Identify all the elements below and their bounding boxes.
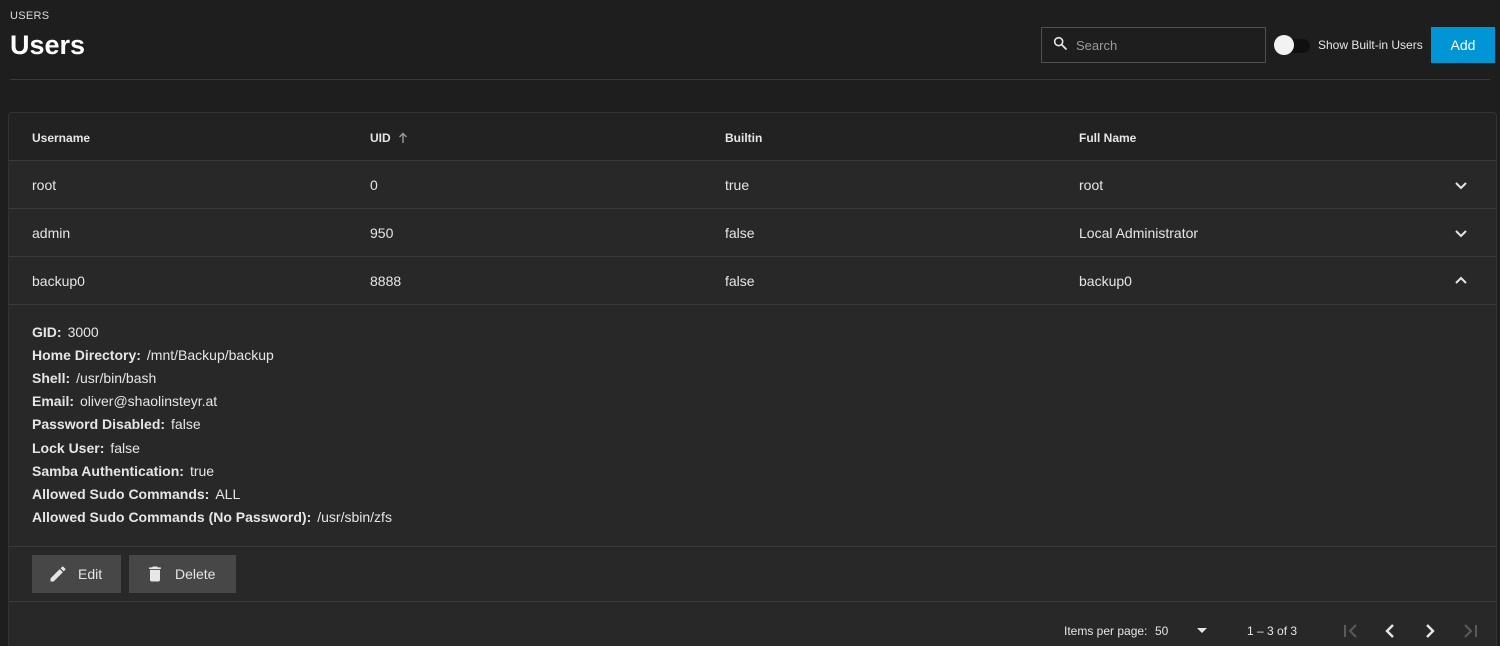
cell-builtin: false (725, 225, 755, 241)
page-size-select[interactable]: 50 (1155, 624, 1168, 638)
column-header-uid[interactable]: UID (370, 131, 409, 145)
cell-full-name: Local Administrator (1079, 225, 1199, 241)
sort-arrow-up-icon (398, 132, 407, 143)
detail-sudo-commands: Allowed Sudo Commands: ALL (32, 486, 241, 502)
detail-gid: GID: 3000 (32, 324, 99, 340)
search-input[interactable] (1076, 37, 1256, 53)
row-actions: Edit Delete (9, 547, 1496, 602)
previous-page-icon[interactable] (1378, 619, 1402, 643)
table-row[interactable]: root 0 true root (9, 161, 1496, 209)
delete-button[interactable]: Delete (129, 555, 236, 593)
users-table-card: Username UID Builtin Full Name root 0 tr… (8, 112, 1497, 646)
detail-shell: Shell:/usr/bin/bash (32, 370, 157, 386)
cell-username: root (32, 177, 57, 193)
page-title: Users (10, 30, 86, 60)
table-row[interactable]: admin 950 false Local Administrator (9, 209, 1496, 257)
cell-full-name: root (1079, 177, 1104, 193)
toggle-label: Show Built-in Users (1318, 38, 1423, 52)
cell-builtin: false (725, 273, 755, 289)
header-divider (10, 79, 1490, 80)
breadcrumb: USERS (10, 10, 50, 22)
column-header-builtin[interactable]: Builtin (725, 131, 762, 145)
detail-lock-user: Lock User: false (32, 440, 140, 456)
search-icon (1052, 35, 1068, 56)
last-page-icon[interactable] (1458, 619, 1482, 643)
detail-sudo-commands-nopasswd: Allowed Sudo Commands (No Password):/usr… (32, 509, 392, 525)
detail-samba-authentication: Samba Authentication: true (32, 463, 215, 479)
paginator: Items per page: 50 1 – 3 of 3 (9, 603, 1496, 646)
search-box[interactable] (1041, 27, 1266, 63)
cell-builtin: true (725, 177, 750, 193)
table-header: Username UID Builtin Full Name (9, 113, 1496, 161)
caret-down-icon[interactable] (1195, 625, 1209, 635)
detail-password-disabled: Password Disabled: false (32, 416, 201, 432)
cell-uid: 950 (370, 225, 394, 241)
pencil-icon (50, 566, 66, 582)
chevron-down-icon[interactable] (1453, 177, 1469, 193)
cell-username: admin (32, 225, 71, 241)
first-page-icon[interactable] (1339, 619, 1363, 643)
table-row[interactable]: backup0 8888 false backup0 (9, 257, 1496, 305)
cell-uid: 8888 (370, 273, 402, 289)
page-range: 1 – 3 of 3 (1247, 624, 1298, 638)
cell-uid: 0 (370, 177, 378, 193)
user-details-panel: GID: 3000 Home Directory:/mnt/Backup/back… (9, 305, 1496, 547)
detail-email: Email: oliver@shaolinsteyr.at (32, 393, 218, 409)
cell-username: backup0 (32, 273, 85, 289)
next-page-icon[interactable] (1418, 619, 1442, 643)
column-header-full-name[interactable]: Full Name (1079, 131, 1136, 145)
detail-home-directory: Home Directory:/mnt/Backup/backup (32, 347, 274, 363)
show-builtin-toggle[interactable] (1274, 35, 1312, 55)
items-per-page-label: Items per page: (1064, 624, 1148, 638)
trash-icon (149, 566, 161, 582)
edit-button[interactable]: Edit (32, 555, 121, 593)
add-button[interactable]: Add (1431, 27, 1495, 63)
chevron-down-icon[interactable] (1453, 225, 1469, 241)
chevron-up-icon[interactable] (1453, 273, 1469, 289)
column-header-username[interactable]: Username (32, 131, 90, 145)
toggle-thumb (1274, 35, 1294, 55)
cell-full-name: backup0 (1079, 273, 1132, 289)
